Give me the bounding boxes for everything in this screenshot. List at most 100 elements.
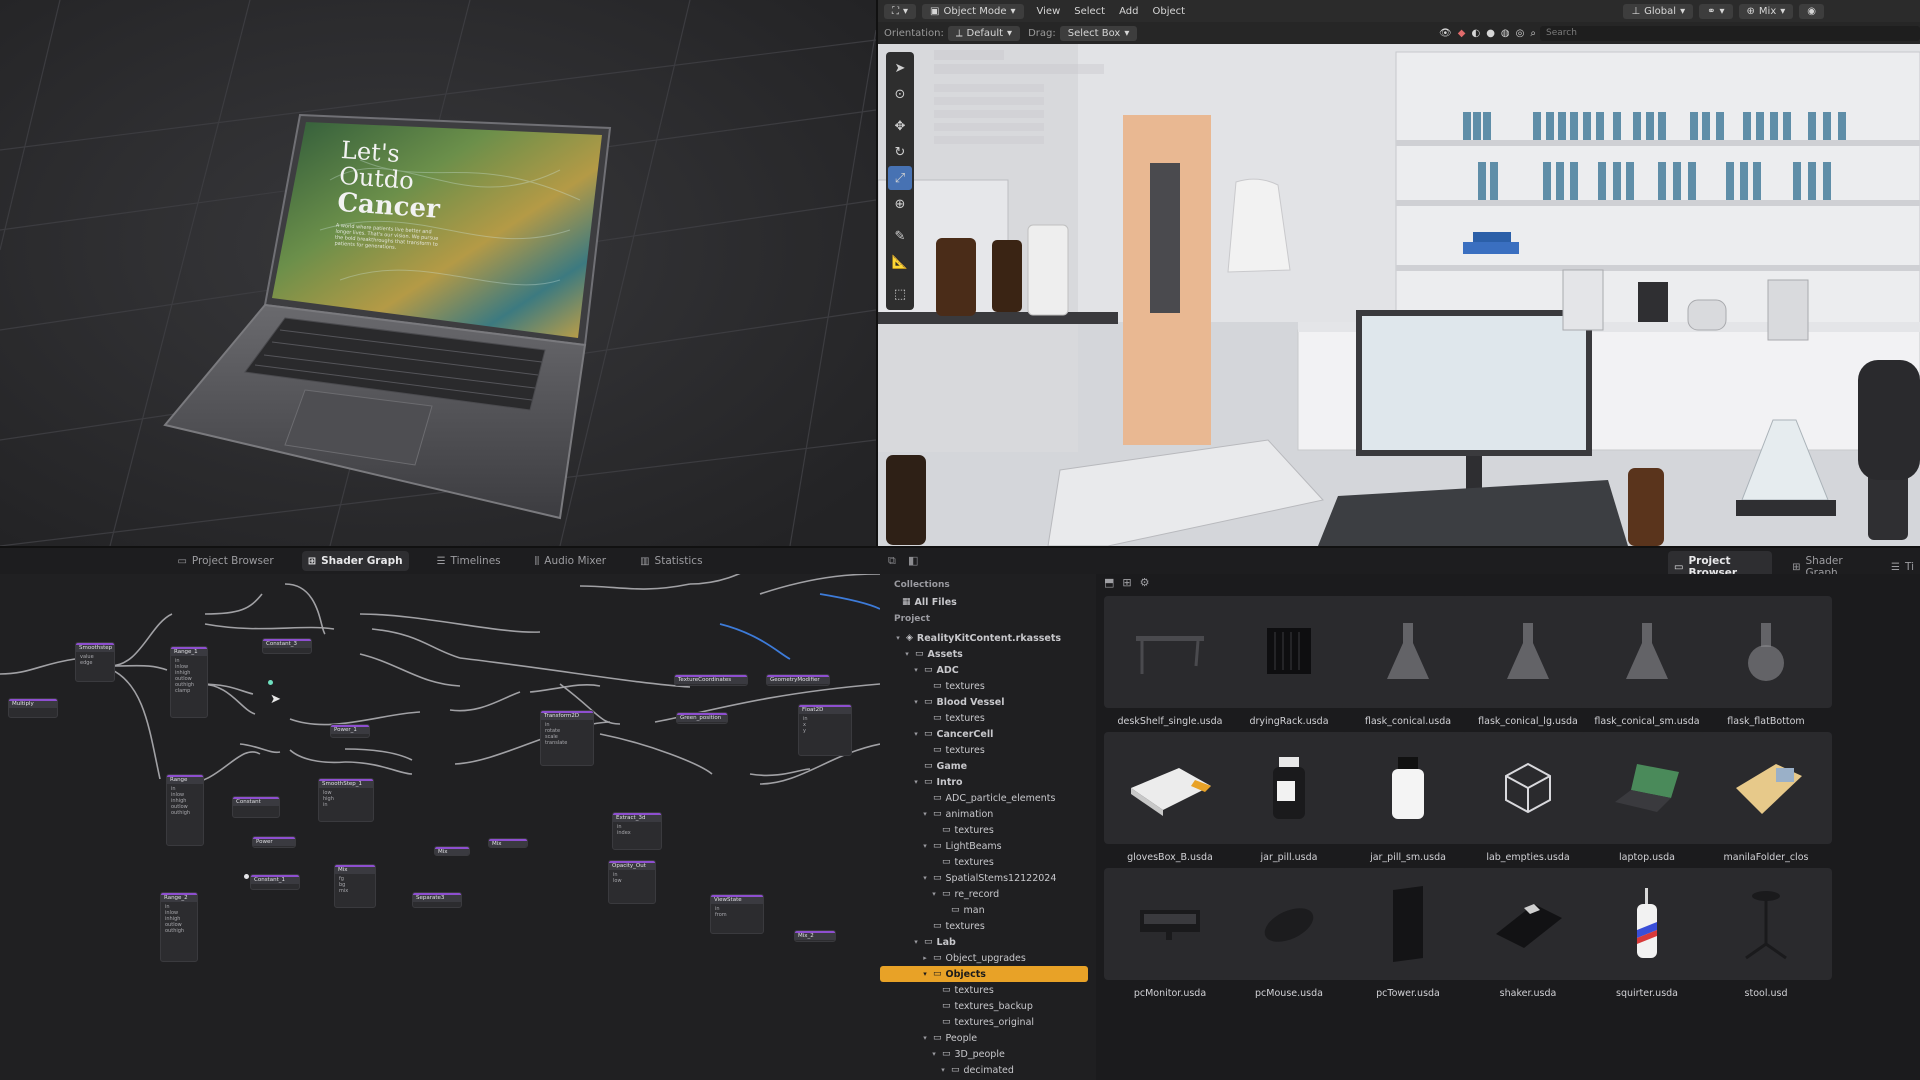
drag-dropdown[interactable]: Select Box ▾ (1059, 25, 1138, 41)
tree-item[interactable]: ▭ textures (921, 742, 985, 758)
transform-orientation-dropdown[interactable]: ⊥ Global ▾ (1623, 3, 1694, 19)
menu-object[interactable]: Object (1152, 6, 1185, 17)
tree-item[interactable]: ▾ ▭ CancerCell (912, 726, 993, 742)
tree-item[interactable]: ▭ textures_original (930, 1014, 1034, 1030)
chevron-down-icon[interactable]: ▾ (912, 778, 920, 786)
asset-tile[interactable]: jar_pill.usda (1223, 732, 1355, 863)
tree-item[interactable]: ▭ textures (921, 918, 985, 934)
visibility-icon[interactable]: 👁 (1439, 28, 1452, 39)
graph-node[interactable]: Constant_1 (250, 874, 300, 890)
asset-tile[interactable]: pcMouse.usda (1223, 868, 1355, 999)
graph-node[interactable]: Range_1 in inlow inhigh outlow outhigh clamp (170, 646, 208, 718)
asset-tile[interactable]: stool.usd (1700, 868, 1832, 999)
chevron-down-icon[interactable]: ▾ (921, 1034, 929, 1042)
pivot-dropdown[interactable]: ⊕ Mix ▾ (1738, 3, 1794, 19)
annotate-tool-icon[interactable]: ✎ (888, 224, 912, 248)
asset-tile[interactable]: laptop.usda (1581, 732, 1713, 863)
tree-item[interactable]: ▾ ▭ Assets (903, 646, 963, 662)
laptop-preview-viewport[interactable]: Let's Outdo Cancer A world where patient… (0, 0, 876, 546)
menu-add[interactable]: Add (1119, 6, 1138, 17)
overlay-icon[interactable]: ◐ (1471, 28, 1480, 39)
graph-node[interactable]: ViewState in from (710, 894, 764, 934)
tree-item[interactable]: ▭ textures (930, 854, 994, 870)
chevron-down-icon[interactable]: ▾ (912, 938, 920, 946)
tree-item[interactable]: ▭ ADC_particle_elements (921, 790, 1055, 806)
tree-item[interactable]: ▭ textures (921, 710, 985, 726)
tree-item[interactable]: ▾ ▭ Blood Vessel (912, 694, 1004, 710)
graph-node[interactable]: Power_1 (330, 724, 370, 738)
graph-node[interactable]: Constant_3 (262, 638, 312, 654)
tree-item[interactable]: ▾ ▭ ADC (912, 662, 959, 678)
lab-scene-viewport[interactable]: ⛶ ▾ ▣ Object Mode ▾ View Select Add Objec… (878, 0, 1920, 546)
node-port-dot[interactable] (268, 680, 273, 685)
chevron-down-icon[interactable]: ▾ (912, 666, 920, 674)
cursor-tool-icon[interactable]: ⊙ (888, 82, 912, 106)
search-input[interactable]: Search (1540, 25, 1920, 41)
tree-item[interactable]: ▾ ◈ RealityKitContent.rkassets (894, 630, 1061, 646)
graph-node[interactable]: Multiply (8, 698, 58, 718)
graph-node[interactable]: Mix fg bg mix (334, 864, 376, 908)
import-icon[interactable]: ⬒ (1104, 576, 1114, 589)
tab-statistics[interactable]: ▥ Statistics (634, 551, 708, 571)
asset-tile[interactable]: lab_empties.usda (1462, 732, 1594, 863)
asset-tile[interactable]: pcTower.usda (1342, 868, 1474, 999)
tree-item[interactable]: ▭ textures_backup (930, 998, 1033, 1014)
shader-graph-canvas[interactable]: Multiply Smoothstep value edge Range_1 in in… (0, 574, 880, 1080)
chevron-down-icon[interactable]: ▾ (939, 1066, 947, 1074)
graph-node[interactable]: TextureCoordinates (674, 674, 748, 686)
chevron-down-icon[interactable]: ▾ (912, 698, 920, 706)
graph-node[interactable]: Separate3 (412, 892, 462, 908)
inspector-toggle-icon[interactable]: ◧ (908, 554, 918, 567)
tree-item[interactable]: ▾ ▭ 3D_people (930, 1046, 1005, 1062)
shading-material-icon[interactable]: ◍ (1501, 28, 1510, 39)
transform-tool-icon[interactable]: ⊕ (888, 192, 912, 216)
tab-audio-mixer[interactable]: ⫼ Audio Mixer (529, 551, 612, 571)
tree-item[interactable]: ▾ ▭ Intro (912, 774, 962, 790)
tree-item[interactable]: ▭ Game (912, 758, 967, 774)
node-port-dot[interactable] (244, 874, 249, 879)
chevron-down-icon[interactable]: ▾ (903, 650, 911, 658)
tree-item[interactable]: ▾ ▭ People (921, 1030, 977, 1046)
vertical-divider-top[interactable] (876, 0, 878, 546)
chevron-down-icon[interactable]: ▾ (894, 634, 902, 642)
tab-shader-graph[interactable]: ⊞ Shader Graph (301, 551, 409, 571)
chevron-down-icon[interactable]: ▾ (930, 890, 938, 898)
select-tool-icon[interactable]: ➤ (888, 56, 912, 80)
chevron-down-icon[interactable]: ▾ (921, 810, 929, 818)
sidebar-toggle-icon[interactable]: ⧉ (888, 554, 896, 568)
graph-node[interactable]: Float2D in x y (798, 704, 852, 756)
asset-settings-icon[interactable]: ⚙ (1140, 576, 1150, 589)
graph-node[interactable]: Green_position (676, 712, 728, 724)
graph-node[interactable]: Range in inlow inhigh outlow outhigh (166, 774, 204, 846)
chevron-down-icon[interactable]: ▾ (912, 730, 920, 738)
chevron-down-icon[interactable]: ▾ (921, 970, 929, 978)
asset-tile[interactable]: deskShelf_single.usda (1104, 596, 1236, 727)
tab-project-browser[interactable]: ▭ Project Browser (171, 551, 279, 571)
tree-item[interactable]: ▾ ▭ decimated (939, 1062, 1014, 1078)
rotate-tool-icon[interactable]: ↻ (888, 140, 912, 164)
asset-tile[interactable]: manilaFolder_clos (1700, 732, 1832, 863)
tree-item[interactable]: ▾ ▭ LightBeams (921, 838, 1001, 854)
scale-tool-icon[interactable]: ⤢ (888, 166, 912, 190)
graph-node[interactable]: Smoothstep value edge (75, 642, 115, 682)
tree-item[interactable]: ▾ ▭ re_record (930, 886, 999, 902)
all-files-item[interactable]: ▦ All Files (902, 594, 957, 610)
chevron-down-icon[interactable]: ▾ (921, 874, 929, 882)
asset-tile[interactable]: dryingRack.usda (1223, 596, 1355, 727)
add-cube-tool-icon[interactable]: ⬚ (888, 282, 912, 306)
graph-node[interactable]: Constant (232, 796, 280, 818)
graph-node[interactable]: Extract_3d in index (612, 812, 662, 850)
graph-node[interactable]: Mix_2 (794, 930, 836, 942)
graph-node[interactable]: Opacity_Out in low (608, 860, 656, 904)
tree-item[interactable]: ▭ textures (921, 678, 985, 694)
asset-tile[interactable]: jar_pill_sm.usda (1342, 732, 1474, 863)
snap-dropdown[interactable]: ⚭ ▾ (1699, 3, 1733, 19)
asset-tile[interactable]: shaker.usda (1462, 868, 1594, 999)
asset-tile[interactable]: flask_conical_sm.usda (1581, 596, 1713, 727)
tree-item[interactable]: ▭ textures (930, 982, 994, 998)
chevron-down-icon[interactable]: ▾ (930, 1050, 938, 1058)
asset-tile[interactable]: pcMonitor.usda (1104, 868, 1236, 999)
menu-select[interactable]: Select (1074, 6, 1105, 17)
asset-tile[interactable]: flask_flatBottom (1700, 596, 1832, 727)
gizmo-icon[interactable]: ◆ (1458, 28, 1466, 39)
